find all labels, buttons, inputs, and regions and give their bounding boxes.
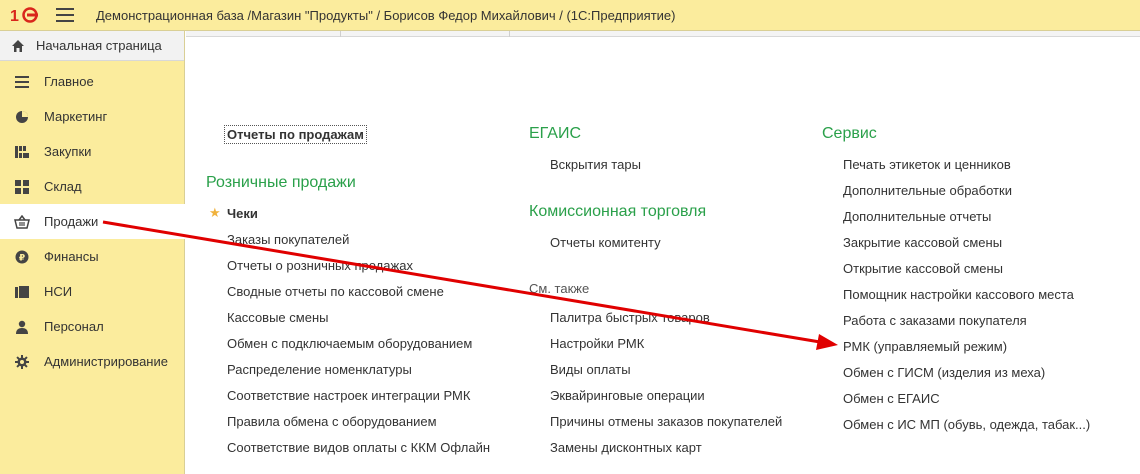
favorite-star-icon: ★ [209, 205, 221, 220]
link-order-cancel-reasons[interactable]: Причины отмены заказов покупателей [550, 414, 782, 429]
main-menu-button[interactable] [56, 8, 74, 22]
link-additional-reports[interactable]: Дополнительные отчеты [843, 209, 991, 224]
link-payment-types-kkm-offline[interactable]: Соответствие видов оплаты с ККМ Офлайн [227, 440, 490, 455]
sections-panel: Начальная страница Главное Маркетинг Зак… [0, 31, 185, 474]
link-payment-types[interactable]: Виды оплаты [550, 362, 631, 377]
link-equipment-exchange-rules[interactable]: Правила обмена с оборудованием [227, 414, 437, 429]
link-customer-orders-work[interactable]: Работа с заказами покупателя [843, 313, 1027, 328]
link-quick-goods-palette[interactable]: Палитра быстрых товаров [550, 310, 710, 325]
link-gism-exchange[interactable]: Обмен с ГИСМ (изделия из меха) [843, 365, 1045, 380]
window-title: Демонстрационная база /Магазин "Продукты… [96, 7, 676, 23]
sidebar-item-finance[interactable]: ₽ Финансы [0, 239, 184, 274]
sidebar-item-label: Склад [44, 179, 82, 194]
1c-logo: 1 [10, 5, 42, 25]
sidebar-item-sales[interactable]: Продажи [0, 204, 185, 239]
link-open-cash-shift[interactable]: Открытие кассовой смены [843, 261, 1003, 276]
link-retail-sales-reports[interactable]: Отчеты о розничных продажах [227, 258, 413, 273]
catalog-icon [14, 284, 30, 300]
sidebar-item-label: НСИ [44, 284, 73, 299]
sidebar-item-label: Администрирование [44, 354, 168, 369]
sidebar-item-label: Финансы [44, 249, 99, 264]
sidebar-item-personnel[interactable]: Персонал [0, 309, 184, 344]
person-icon [14, 319, 30, 335]
svg-text:₽: ₽ [19, 253, 25, 263]
pie-chart-icon [14, 109, 30, 125]
home-page-label: Начальная страница [36, 38, 162, 53]
ruble-coin-icon: ₽ [14, 249, 30, 265]
sidebar-item-nsi[interactable]: НСИ [0, 274, 184, 309]
link-rmk-managed-mode[interactable]: РМК (управляемый режим) [843, 339, 1007, 354]
link-container-opening[interactable]: Вскрытия тары [550, 157, 641, 172]
link-rmk-integration-settings[interactable]: Соответствие настроек интеграции РМК [227, 388, 470, 403]
gear-icon [14, 354, 30, 370]
sidebar-item-label: Маркетинг [44, 109, 108, 124]
group-title-retail: Розничные продажи [206, 174, 356, 191]
sidebar-item-label: Закупки [44, 144, 92, 159]
link-receipts[interactable]: Чеки [227, 206, 258, 221]
link-cash-shifts[interactable]: Кассовые смены [227, 310, 328, 325]
purchases-icon [14, 144, 30, 160]
see-also-title: См. также [529, 281, 590, 296]
title-bar: 1 Демонстрационная база /Магазин "Продук… [0, 0, 1140, 31]
home-icon [10, 38, 26, 54]
link-shift-summary-reports[interactable]: Сводные отчеты по кассовой смене [227, 284, 444, 299]
group-title-egais: ЕГАИС [529, 125, 581, 142]
group-title-service: Сервис [822, 125, 877, 142]
group-title-commission: Комиссионная торговля [529, 203, 707, 220]
link-print-labels[interactable]: Печать этикеток и ценников [843, 157, 1011, 172]
link-cash-place-setup-wizard[interactable]: Помощник настройки кассового места [843, 287, 1074, 302]
link-customer-orders[interactable]: Заказы покупателей [227, 232, 349, 247]
sales-reports-link[interactable]: Отчеты по продажам [224, 125, 367, 144]
link-nomenclature-distribution[interactable]: Распределение номенклатуры [227, 362, 412, 377]
link-discount-card-replacements[interactable]: Замены дисконтных карт [550, 440, 702, 455]
link-committent-reports[interactable]: Отчеты комитенту [550, 235, 661, 250]
sidebar-item-label: Главное [44, 74, 94, 89]
link-is-mp-exchange[interactable]: Обмен с ИС МП (обувь, одежда, табак...) [843, 417, 1090, 432]
sidebar-item-main[interactable]: Главное [0, 64, 184, 99]
link-equipment-exchange[interactable]: Обмен с подключаемым оборудованием [227, 336, 472, 351]
sidebar-item-label: Персонал [44, 319, 104, 334]
link-additional-processing[interactable]: Дополнительные обработки [843, 183, 1012, 198]
sidebar-item-warehouse[interactable]: Склад [0, 169, 184, 204]
sidebar-item-marketing[interactable]: Маркетинг [0, 99, 184, 134]
link-close-cash-shift[interactable]: Закрытие кассовой смены [843, 235, 1002, 250]
svg-text:1: 1 [10, 8, 19, 24]
sidebar-item-administration[interactable]: Администрирование [0, 344, 184, 379]
link-rmk-settings[interactable]: Настройки РМК [550, 336, 644, 351]
link-acquiring-operations[interactable]: Эквайринговые операции [550, 388, 705, 403]
menu-lines-icon [14, 74, 30, 90]
sidebar-item-purchases[interactable]: Закупки [0, 134, 184, 169]
link-egais-exchange[interactable]: Обмен с ЕГАИС [843, 391, 940, 406]
section-content: Отчеты по продажам Розничные продажи ★ Ч… [186, 37, 1140, 474]
home-page-item[interactable]: Начальная страница [0, 31, 184, 61]
sidebar-item-label: Продажи [44, 214, 99, 229]
basket-icon [14, 214, 30, 230]
warehouse-grid-icon [14, 179, 30, 195]
